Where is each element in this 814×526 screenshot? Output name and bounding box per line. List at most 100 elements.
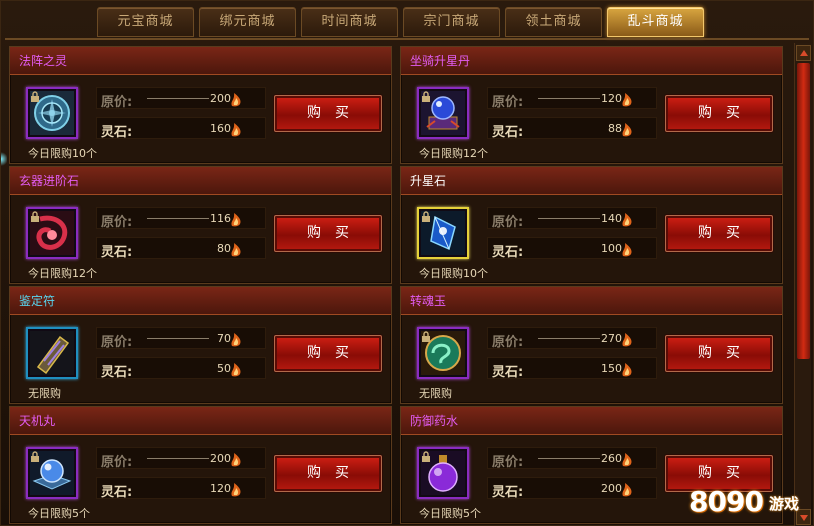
purchase-limit: 今日限购5个: [28, 507, 90, 520]
spirit-stone-icon: [231, 483, 241, 497]
item-name: 玄器进阶石: [10, 167, 391, 195]
spirit-stone-price-value: 200: [601, 482, 622, 495]
item-grid: 法阵之灵 原价: 200 灵石: 160 购买 今日限购10个 坐骑升星丹 原价…: [9, 46, 789, 524]
purchase-limit: 今日限购10个: [28, 147, 97, 160]
spirit-stone-icon: [622, 123, 632, 137]
lock-icon: [422, 331, 430, 342]
item-slot[interactable]: [26, 207, 78, 259]
item-name: 鉴定符: [10, 287, 391, 315]
spirit-stone-icon: [231, 453, 241, 467]
lock-icon: [422, 91, 430, 102]
spirit-stone-label: 灵石:: [101, 125, 133, 140]
original-price-row: 原价: 200: [96, 447, 266, 470]
appraisal-talisman-icon: [30, 331, 74, 375]
item-slot[interactable]: [417, 207, 469, 259]
watermark-text: 游戏: [769, 495, 800, 513]
shop-item-card: 坐骑升星丹 原价: 120 灵石: 88 购买 今日限购12个: [400, 46, 783, 164]
original-price-label: 原价:: [101, 95, 133, 110]
spirit-stone-icon: [622, 213, 632, 227]
shop-window: 元宝商城 绑元商城 时间商城 宗门商城 领土商城 乱斗商城 法阵之灵 原价: 2…: [0, 0, 814, 526]
spirit-stone-price-row: 灵石: 80: [96, 237, 266, 260]
original-price-row: 原价: 200: [96, 87, 266, 110]
spirit-stone-price-value: 50: [217, 362, 231, 375]
buy-button[interactable]: 购买: [665, 335, 773, 372]
spirit-stone-icon: [622, 243, 632, 257]
original-price-value: 70: [217, 332, 231, 345]
tab-time-shop[interactable]: 时间商城: [301, 7, 398, 37]
original-price-label: 原价:: [492, 335, 524, 350]
original-price-value: 200: [210, 92, 231, 105]
item-slot[interactable]: [26, 327, 78, 379]
tab-brawl-shop[interactable]: 乱斗商城: [607, 7, 704, 37]
item-slot[interactable]: [26, 447, 78, 499]
spirit-stone-icon: [622, 333, 632, 347]
item-slot[interactable]: [417, 87, 469, 139]
item-name: 坐骑升星丹: [401, 47, 782, 75]
shop-item-card: 升星石 原价: 140 灵石: 100 购买 今日限购10个: [400, 166, 783, 284]
buy-button[interactable]: 购买: [274, 215, 382, 252]
tab-bound-yuan-shop[interactable]: 绑元商城: [199, 7, 296, 37]
tab-yuanbao-shop[interactable]: 元宝商城: [97, 7, 194, 37]
original-price-value: 116: [210, 212, 231, 225]
tab-territory-shop[interactable]: 领土商城: [505, 7, 602, 37]
item-slot[interactable]: [417, 447, 469, 499]
original-price-label: 原价:: [492, 215, 524, 230]
spirit-stone-label: 灵石:: [492, 245, 524, 260]
purchase-limit: 今日限购10个: [419, 267, 488, 280]
purchase-limit: 今日限购12个: [28, 267, 97, 280]
item-name: 转魂玉: [401, 287, 782, 315]
item-name: 升星石: [401, 167, 782, 195]
buy-button[interactable]: 购买: [665, 215, 773, 252]
buy-button[interactable]: 购买: [274, 335, 382, 372]
spirit-stone-price-value: 88: [608, 122, 622, 135]
scrollbar[interactable]: [794, 43, 811, 526]
spirit-stone-icon: [231, 93, 241, 107]
buy-button[interactable]: 购买: [274, 95, 382, 132]
original-price-value: 200: [210, 452, 231, 465]
original-price-row: 原价: 260: [487, 447, 657, 470]
lock-icon: [31, 211, 39, 222]
lock-icon: [422, 211, 430, 222]
spirit-stone-price-row: 灵石: 120: [96, 477, 266, 500]
spirit-stone-icon: [231, 333, 241, 347]
original-price-value: 120: [601, 92, 622, 105]
spirit-stone-price-value: 150: [601, 362, 622, 375]
original-price-row: 原价: 70: [96, 327, 266, 350]
item-name: 天机丸: [10, 407, 391, 435]
shop-tabs: 元宝商城 绑元商城 时间商城 宗门商城 领土商城 乱斗商城: [97, 7, 704, 39]
shop-item-card: 玄器进阶石 原价: 116 灵石: 80 购买 今日限购12个: [9, 166, 392, 284]
item-slot[interactable]: [417, 327, 469, 379]
buy-button[interactable]: 购买: [274, 455, 382, 492]
purchase-limit: 无限购: [28, 387, 61, 400]
original-price-value: 140: [601, 212, 622, 225]
lock-icon: [31, 91, 39, 102]
spirit-stone-label: 灵石:: [492, 485, 524, 500]
lock-icon: [422, 451, 430, 462]
shop-item-card: 天机丸 原价: 200 灵石: 120 购买 今日限购5个: [9, 406, 392, 524]
spirit-stone-icon: [622, 453, 632, 467]
buy-button[interactable]: 购买: [665, 95, 773, 132]
spirit-stone-label: 灵石:: [101, 245, 133, 260]
original-price-label: 原价:: [101, 335, 133, 350]
spirit-stone-label: 灵石:: [101, 365, 133, 380]
watermark-number: 8090: [689, 485, 764, 518]
item-slot[interactable]: [26, 87, 78, 139]
item-name: 法阵之灵: [10, 47, 391, 75]
original-price-row: 原价: 270: [487, 327, 657, 350]
site-watermark-logo: 8090 游戏: [687, 471, 811, 521]
spirit-stone-price-value: 80: [217, 242, 231, 255]
tab-sect-shop[interactable]: 宗门商城: [403, 7, 500, 37]
spirit-stone-price-value: 100: [601, 242, 622, 255]
scroll-up-arrow-icon[interactable]: [796, 45, 811, 61]
spirit-stone-price-value: 120: [210, 482, 231, 495]
spirit-stone-icon: [231, 243, 241, 257]
scroll-thumb[interactable]: [797, 63, 810, 359]
original-price-label: 原价:: [492, 95, 524, 110]
spirit-stone-icon: [231, 213, 241, 227]
original-price-row: 原价: 120: [487, 87, 657, 110]
spirit-stone-icon: [622, 93, 632, 107]
original-price-value: 270: [601, 332, 622, 345]
purchase-limit: 今日限购12个: [419, 147, 488, 160]
spirit-stone-icon: [622, 483, 632, 497]
spirit-stone-label: 灵石:: [101, 485, 133, 500]
